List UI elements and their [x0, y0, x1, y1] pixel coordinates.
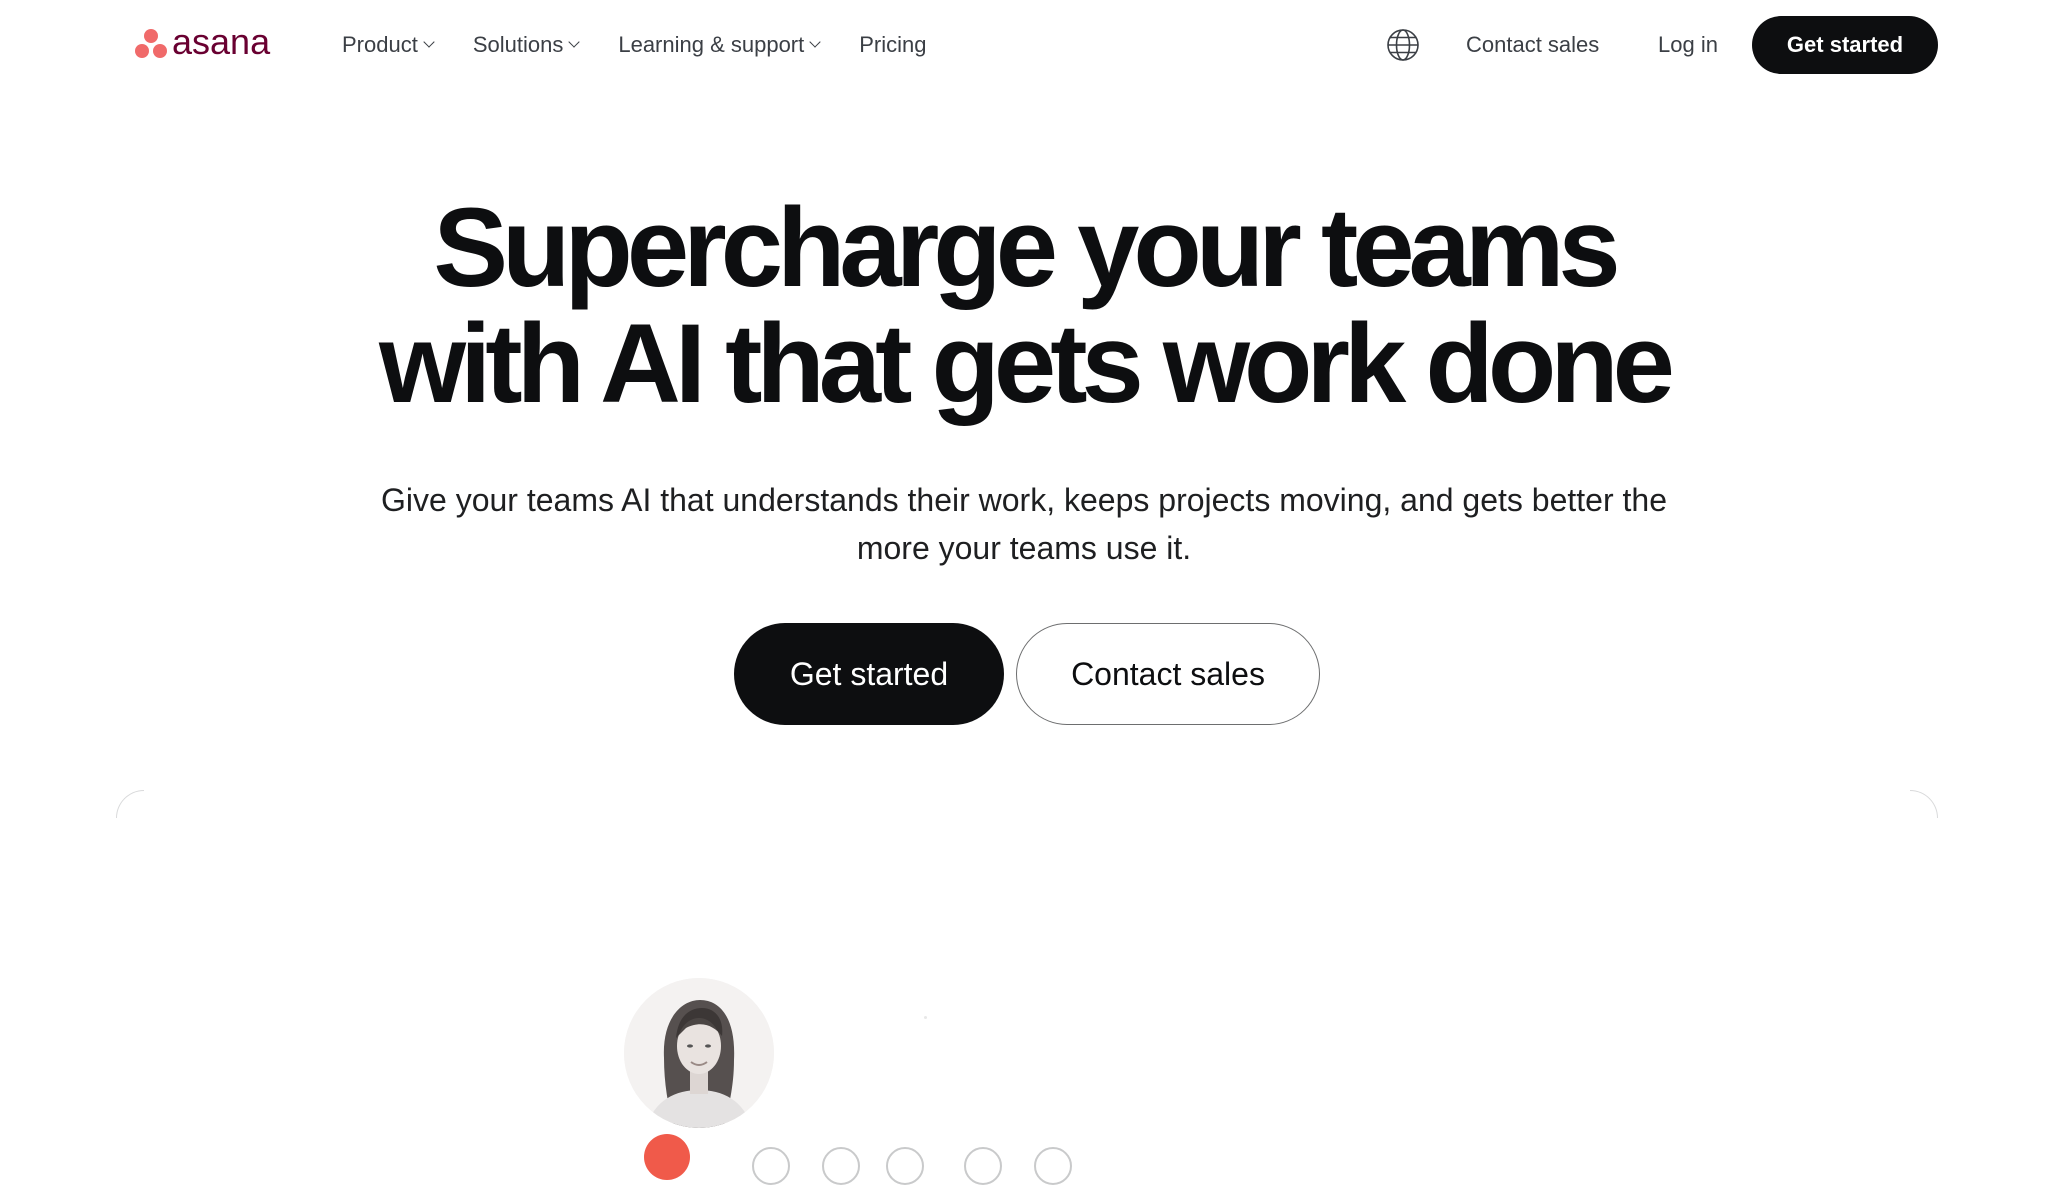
nav-item-label: Product: [342, 32, 418, 57]
preview-frame-corner-left: [116, 790, 144, 818]
main-menu: Product Solutions Learning & support Pri…: [342, 28, 927, 62]
nav-item-learning-support[interactable]: Learning & support: [618, 28, 821, 62]
decorative-speck: [924, 1016, 927, 1019]
placeholder-circle: [752, 1147, 790, 1185]
nav-login-link[interactable]: Log in: [1658, 28, 1718, 62]
preview-frame-corner-right: [1910, 790, 1938, 818]
placeholder-circle: [1034, 1147, 1072, 1185]
nav-get-started-button[interactable]: Get started: [1752, 16, 1938, 74]
nav-item-product[interactable]: Product: [342, 28, 435, 62]
avatar: [624, 978, 774, 1128]
status-dot: [644, 1134, 690, 1180]
nav-item-label: Pricing: [859, 32, 927, 57]
hero-contact-sales-button[interactable]: Contact sales: [1016, 623, 1320, 725]
placeholder-circle: [886, 1147, 924, 1185]
nav-item-label: Learning & support: [618, 32, 805, 57]
hero-subtitle: Give your teams AI that understands thei…: [381, 482, 1667, 566]
chevron-down-icon: [809, 36, 821, 48]
asana-logo-icon: [134, 28, 168, 60]
hero-title: Supercharge your teams with AI that gets…: [0, 190, 2048, 422]
nav-item-solutions[interactable]: Solutions: [472, 28, 581, 62]
chevron-down-icon: [423, 36, 435, 48]
placeholder-circle: [822, 1147, 860, 1185]
logo-wordmark: asana: [172, 21, 271, 62]
nav-item-label: Solutions: [472, 32, 564, 57]
top-navigation: asana Product Solutions Learning & suppo…: [0, 0, 2048, 90]
placeholder-circle: [964, 1147, 1002, 1185]
hero-title-line-2: with AI that gets work done: [379, 301, 1675, 426]
hero-get-started-button[interactable]: Get started: [734, 623, 1004, 725]
asana-logo-link[interactable]: asana: [134, 21, 271, 62]
chevron-down-icon: [568, 36, 581, 48]
globe-icon[interactable]: [1386, 28, 1420, 62]
hero-title-line-1: Supercharge your teams: [433, 185, 1620, 310]
nav-contact-sales-link[interactable]: Contact sales: [1466, 28, 1599, 62]
nav-item-pricing[interactable]: Pricing: [859, 28, 926, 62]
